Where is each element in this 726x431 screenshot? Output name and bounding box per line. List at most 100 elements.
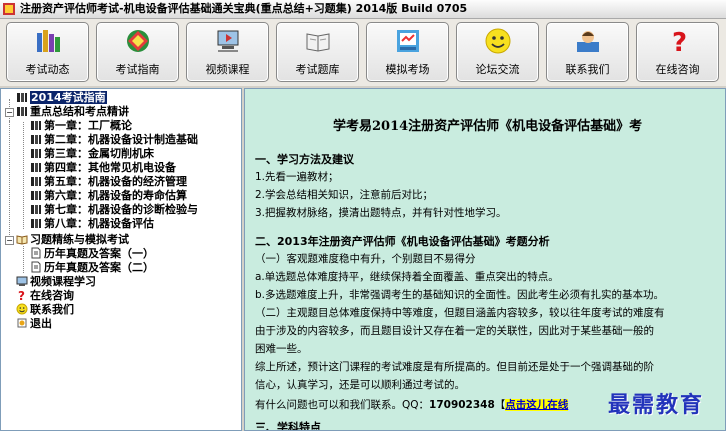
mock-exam-button[interactable]: 模拟考场 — [366, 22, 449, 82]
tree-label: 习题精练与模拟考试 — [30, 233, 129, 246]
tree-item-past-paper[interactable]: 历年真题及答案（一） — [30, 247, 154, 261]
toolbar-label: 联系我们 — [565, 63, 610, 76]
toolbar: 考试动态 考试指南 视频课程 考试题库 模拟考场 论坛交流 联系我们 ? 在线咨… — [0, 19, 726, 86]
app-icon — [3, 3, 15, 15]
tree-label: 第五章：机器设备的经济管理 — [44, 175, 187, 188]
smiley-icon — [16, 303, 28, 315]
book-stack-icon — [31, 219, 41, 228]
section-heading: 二、2013年注册资产评估师《机电设备评估基础》考题分析 — [255, 235, 550, 248]
tree-item-practice[interactable]: 习题精练与模拟考试 — [16, 233, 129, 247]
title-bar: 注册资产评估师考试-机电设备评估基础通关宝典(重点总结+习题集) 2014版 B… — [0, 0, 726, 19]
smiley-icon — [485, 28, 511, 54]
paragraph: （一）客观题难度稳中有升，个别题目不易得分 — [255, 253, 476, 265]
tree-item-chapter[interactable]: 第四章：其他常见机电设备 — [30, 161, 176, 175]
books-icon — [37, 30, 60, 52]
book-stack-icon — [31, 177, 41, 186]
toolbar-label: 考试动态 — [25, 63, 70, 76]
contact-us-button[interactable]: 联系我们 — [546, 22, 629, 82]
paragraph: 3.把握教材脉络，摸清出题特点，并有针对性地学习。 — [255, 207, 507, 219]
paragraph: b.多选题难度上升，非常强调考生的基础知识的全面性。因此考生必须有扎实的基本功。 — [255, 289, 665, 301]
exam-icon — [397, 30, 419, 52]
tree-item-contact[interactable]: 联系我们 — [16, 303, 74, 317]
toolbar-label: 考试题库 — [295, 63, 340, 76]
tree-item-summary[interactable]: 重点总结和考点精讲 — [16, 105, 129, 119]
toolbar-label: 论坛交流 — [475, 63, 520, 76]
tree-label: 第三章：金属切削机床 — [44, 147, 154, 160]
svg-text:?: ? — [672, 28, 687, 55]
exit-icon — [17, 318, 27, 328]
tree-item-chapter[interactable]: 第七章：机器设备的诊断检验与 — [30, 203, 198, 217]
qq-number: 170902348 — [429, 399, 495, 411]
tree-label: 2014考试指南 — [30, 91, 107, 104]
online-chat-link[interactable]: 点击这儿在线 — [505, 399, 569, 411]
tree-item-exam-guide[interactable]: 2014考试指南 — [16, 91, 107, 105]
watermark: 最需教育 — [608, 392, 705, 418]
tree-item-chapter[interactable]: 第八章：机器设备评估 — [30, 217, 154, 231]
tree-label: 第六章：机器设备的寿命估算 — [44, 189, 187, 202]
article-title: 学考易2014注册资产评估师《机电设备评估基础》考 — [333, 119, 643, 134]
svg-text:?: ? — [18, 289, 25, 301]
toolbar-label: 在线咨询 — [655, 63, 700, 76]
video-icon — [16, 276, 28, 286]
book-stack-icon — [31, 149, 41, 158]
paragraph: a.单选题总体难度持平，继续保持着全面覆盖、重点突出的特点。 — [255, 271, 559, 283]
toolbar-label: 视频课程 — [205, 63, 250, 76]
paragraph: 1.先看一遍教材； — [255, 171, 339, 183]
tree-label: 在线咨询 — [30, 289, 74, 302]
section-heading: 三、学科特点 — [255, 421, 321, 431]
tree-label: 历年真题及答案（一） — [44, 247, 154, 260]
video-course-button[interactable]: 视频课程 — [186, 22, 269, 82]
book-stack-icon — [31, 121, 41, 130]
document-icon — [31, 261, 41, 273]
book-icon — [306, 33, 330, 52]
article-pane: 学考易2014注册资产评估师《机电设备评估基础》考 一、学习方法及建议 1.先看… — [244, 88, 726, 431]
document-icon — [31, 247, 41, 259]
online-consult-button[interactable]: ? 在线咨询 — [636, 22, 719, 82]
tree-item-consult[interactable]: ? 在线咨询 — [16, 289, 74, 303]
tree-label: 第二章：机器设备设计制造基础 — [44, 133, 198, 146]
tree-label: 联系我们 — [30, 303, 74, 316]
book-stack-icon — [17, 93, 27, 102]
window-title: 注册资产评估师考试-机电设备评估基础通关宝典(重点总结+习题集) 2014版 B… — [20, 2, 468, 15]
tree-label: 重点总结和考点精讲 — [30, 105, 129, 118]
tree-item-chapter[interactable]: 第三章：金属切削机床 — [30, 147, 154, 161]
tree-label: 第八章：机器设备评估 — [44, 217, 154, 230]
compass-icon — [127, 30, 149, 52]
book-stack-icon — [31, 163, 41, 172]
exam-news-button[interactable]: 考试动态 — [6, 22, 89, 82]
question-icon: ? — [18, 289, 25, 301]
book-stack-icon — [31, 135, 41, 144]
paragraph: 信心，认真学习，还是可以顺利通过考试的。 — [255, 379, 465, 391]
tree-item-chapter[interactable]: 第二章：机器设备设计制造基础 — [30, 133, 198, 147]
tree-item-exit[interactable]: 退出 — [16, 317, 52, 331]
bracket: 【 — [494, 399, 506, 411]
tree-item-past-paper[interactable]: 历年真题及答案（二） — [30, 261, 154, 275]
toolbar-label: 模拟考场 — [385, 63, 430, 76]
book-stack-icon — [31, 205, 41, 214]
contact-text: 有什么问题也可以和我们联系。QQ： — [255, 399, 430, 411]
question-bank-button[interactable]: 考试题库 — [276, 22, 359, 82]
tree-item-chapter[interactable]: 第一章：工厂概论 — [30, 119, 132, 133]
tree-label: 历年真题及答案（二） — [44, 261, 154, 274]
tree-label: 第一章：工厂概论 — [44, 119, 132, 132]
exam-guide-button[interactable]: 考试指南 — [96, 22, 179, 82]
tree-item-chapter[interactable]: 第五章：机器设备的经济管理 — [30, 175, 187, 189]
tree-label: 退出 — [30, 317, 52, 330]
question-icon: ? — [672, 28, 687, 55]
contact-icon — [577, 31, 599, 52]
paragraph: 困难一些。 — [255, 343, 308, 355]
toolbar-label: 考试指南 — [115, 63, 160, 76]
video-icon — [217, 30, 239, 52]
tree-item-chapter[interactable]: 第六章：机器设备的寿命估算 — [30, 189, 187, 203]
book-stack-icon — [17, 107, 27, 116]
forum-button[interactable]: 论坛交流 — [456, 22, 539, 82]
paragraph: （二）主观题目总体难度保持中等难度，但题目涵盖内容较多，较以往年度考试的难度有 — [255, 307, 665, 319]
tree-label: 第七章：机器设备的诊断检验与 — [44, 203, 198, 216]
collapse-toggle[interactable]: − — [5, 108, 14, 117]
navigation-tree: 2014考试指南 − 重点总结和考点精讲 第一章：工厂概论 第二章：机器设备设计… — [0, 88, 242, 431]
paragraph: 2.学会总结相关知识，注意前后对比； — [255, 189, 434, 201]
tree-item-video[interactable]: 视频课程学习 — [16, 275, 96, 289]
open-book-icon — [16, 235, 28, 245]
paragraph: 由于涉及的内容较多，而且题目设计又存在着一定的关联性，因此对于某些基础一般的 — [255, 325, 654, 337]
collapse-toggle[interactable]: − — [5, 236, 14, 245]
